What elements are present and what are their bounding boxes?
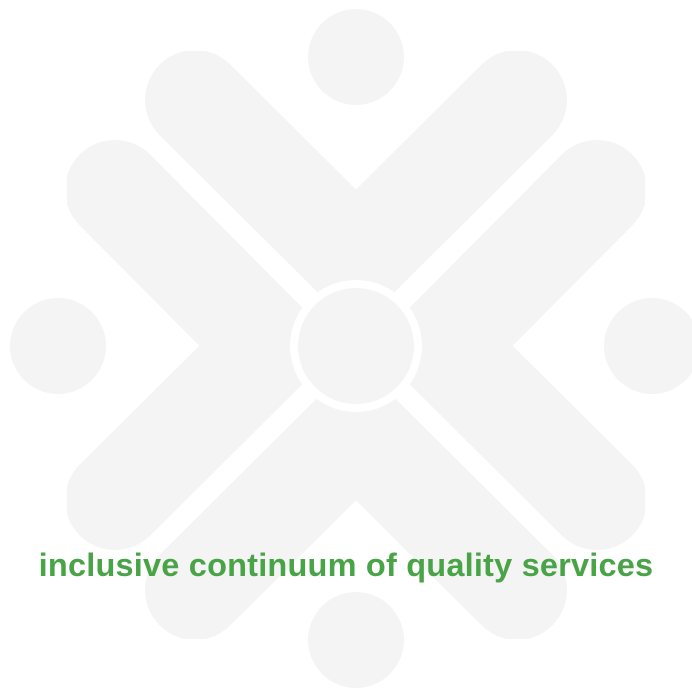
head-right-shape [604,298,692,394]
page-canvas: inclusive continuum of quality services [0,0,692,689]
arm-right-shape [392,140,647,550]
head-bottom-shape [308,592,404,688]
center-disc-shape [298,288,414,404]
arm-left-shape [65,140,320,550]
head-left-shape [10,298,106,394]
tagline-banner: inclusive continuum of quality services [0,535,692,595]
head-top-shape [308,9,404,105]
tagline-text: inclusive continuum of quality services [38,546,654,583]
